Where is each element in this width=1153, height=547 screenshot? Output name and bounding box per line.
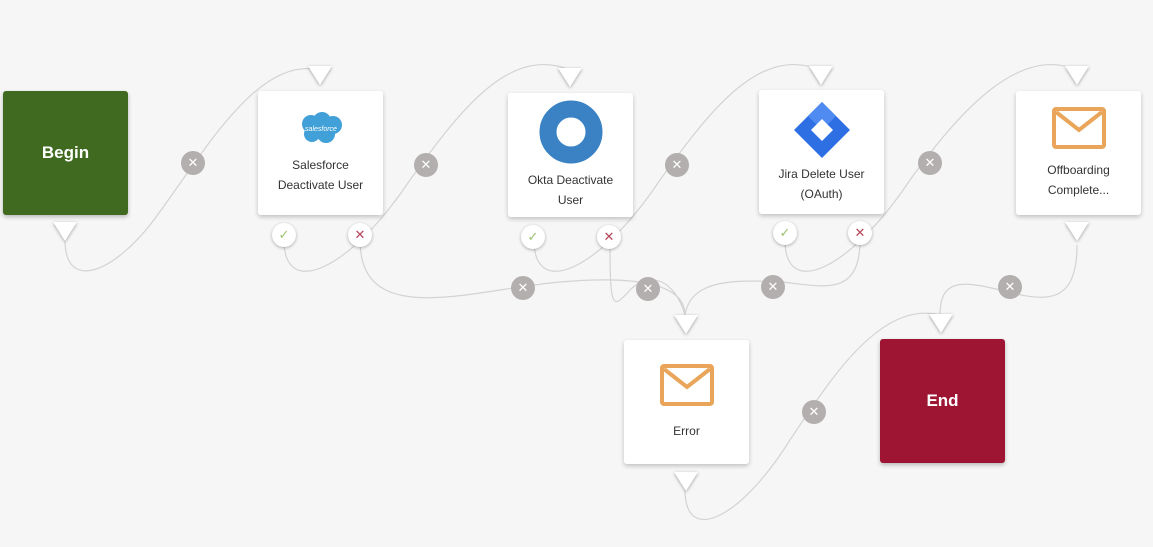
begin-node[interactable]: Begin (3, 91, 128, 215)
begin-output-connector[interactable] (53, 222, 77, 241)
remove-connection-jira-offboarding-button[interactable]: ✕ (918, 151, 942, 175)
remove-connection-begin-salesforce-button[interactable]: ✕ (181, 151, 205, 175)
offboarding-output-connector[interactable] (1065, 222, 1089, 241)
offboarding-node-label: Offboarding Complete... (1047, 163, 1110, 197)
remove-connection-salesforce-okta-button[interactable]: ✕ (414, 153, 438, 177)
salesforce-logo-text: salesforce (305, 126, 337, 133)
end-input-connector[interactable] (929, 314, 953, 333)
remove-connection-salesforce-error-button[interactable]: ✕ (511, 276, 535, 300)
okta-node-label: Okta Deactivate User (527, 173, 614, 207)
salesforce-cloud-icon: salesforce (301, 112, 342, 143)
jira-node-label: Jira Delete User (OAuth) (778, 167, 865, 201)
jira-delete-user-node[interactable]: Jira Delete User (OAuth) (759, 90, 884, 214)
error-email-node[interactable]: Error (624, 340, 749, 464)
offboarding-complete-node[interactable]: Offboarding Complete... (1016, 91, 1141, 215)
error-input-connector[interactable] (674, 315, 698, 334)
jira-input-connector[interactable] (809, 66, 833, 85)
end-node[interactable]: End (880, 339, 1005, 463)
mail-envelope-icon (659, 364, 714, 406)
error-output-connector[interactable] (674, 472, 698, 491)
remove-connection-okta-error-button[interactable]: ✕ (636, 277, 660, 301)
mail-envelope-icon (1051, 107, 1106, 149)
begin-label: Begin (41, 143, 90, 162)
remove-connection-okta-jira-button[interactable]: ✕ (665, 153, 689, 177)
salesforce-input-connector[interactable] (308, 66, 332, 85)
jira-diamond-icon (793, 102, 850, 158)
remove-connection-offboarding-end-button[interactable]: ✕ (998, 275, 1022, 299)
okta-success-output[interactable]: ✓ (521, 225, 545, 249)
okta-failure-output[interactable]: ✕ (597, 225, 621, 249)
okta-input-connector[interactable] (558, 68, 582, 87)
offboarding-input-connector[interactable] (1065, 66, 1089, 85)
remove-connection-error-end-button[interactable]: ✕ (802, 400, 826, 424)
remove-connection-jira-error-button[interactable]: ✕ (761, 275, 785, 299)
okta-deactivate-user-node[interactable]: Okta Deactivate User (508, 93, 633, 217)
error-node-label: Error (673, 424, 700, 438)
jira-success-output[interactable]: ✓ (773, 221, 797, 245)
salesforce-success-output[interactable]: ✓ (272, 223, 296, 247)
salesforce-deactivate-user-node[interactable]: salesforce Salesforce Deactivate User (258, 91, 383, 215)
salesforce-failure-output[interactable]: ✕ (348, 223, 372, 247)
end-label: End (926, 391, 959, 410)
okta-ring-icon (539, 100, 602, 164)
salesforce-node-label: Salesforce Deactivate User (277, 158, 364, 192)
jira-failure-output[interactable]: ✕ (848, 221, 872, 245)
